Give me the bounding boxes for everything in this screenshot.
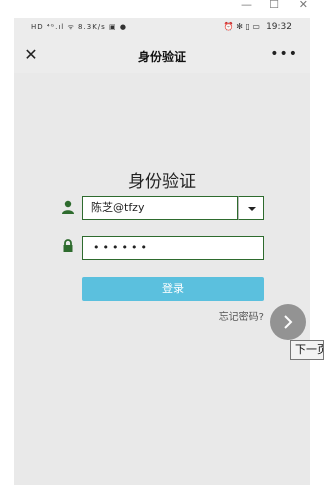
more-icon[interactable]: ••• bbox=[270, 46, 298, 62]
next-page-tooltip: 下一页 bbox=[290, 340, 324, 360]
status-time: 19:32 bbox=[266, 22, 292, 32]
lock-icon bbox=[63, 239, 73, 252]
status-left-icons: HD ⁴ᴳ.ıl ᯤ 8.3K/s ▣ ● bbox=[31, 23, 127, 31]
nav-bar: ✕ 身份验证 ••• bbox=[14, 40, 310, 73]
username-dropdown-button[interactable] bbox=[238, 196, 264, 220]
phone-screen: HD ⁴ᴳ.ıl ᯤ 8.3K/s ▣ ● ⏰ ✻ ▯ ▭ 19:32 ✕ 身份… bbox=[14, 18, 310, 485]
maximize-icon[interactable]: ☐ bbox=[269, 0, 279, 10]
minimize-icon[interactable]: — bbox=[241, 0, 252, 10]
user-icon bbox=[62, 200, 74, 214]
login-heading: 身份验证 bbox=[128, 172, 196, 192]
caret-down-icon bbox=[248, 207, 256, 211]
chevron-right-icon bbox=[284, 315, 293, 329]
forgot-password-link[interactable]: 忘记密码? bbox=[219, 308, 264, 323]
login-button[interactable]: 登录 bbox=[82, 277, 264, 301]
status-right-icons: ⏰ ✻ ▯ ▭ bbox=[223, 22, 260, 31]
login-content: 身份验证 陈芝@tfzy •••••• 登录 忘记密码? bbox=[14, 73, 310, 485]
close-window-icon[interactable]: ✕ bbox=[299, 0, 308, 10]
username-field[interactable]: 陈芝@tfzy bbox=[82, 196, 238, 220]
page-title: 身份验证 bbox=[137, 50, 186, 64]
password-field[interactable]: •••••• bbox=[82, 236, 264, 260]
status-bar: HD ⁴ᴳ.ıl ᯤ 8.3K/s ▣ ● ⏰ ✻ ▯ ▭ 19:32 bbox=[14, 18, 310, 40]
next-page-button[interactable] bbox=[270, 304, 306, 340]
window-controls: — ☐ ✕ bbox=[0, 0, 324, 12]
